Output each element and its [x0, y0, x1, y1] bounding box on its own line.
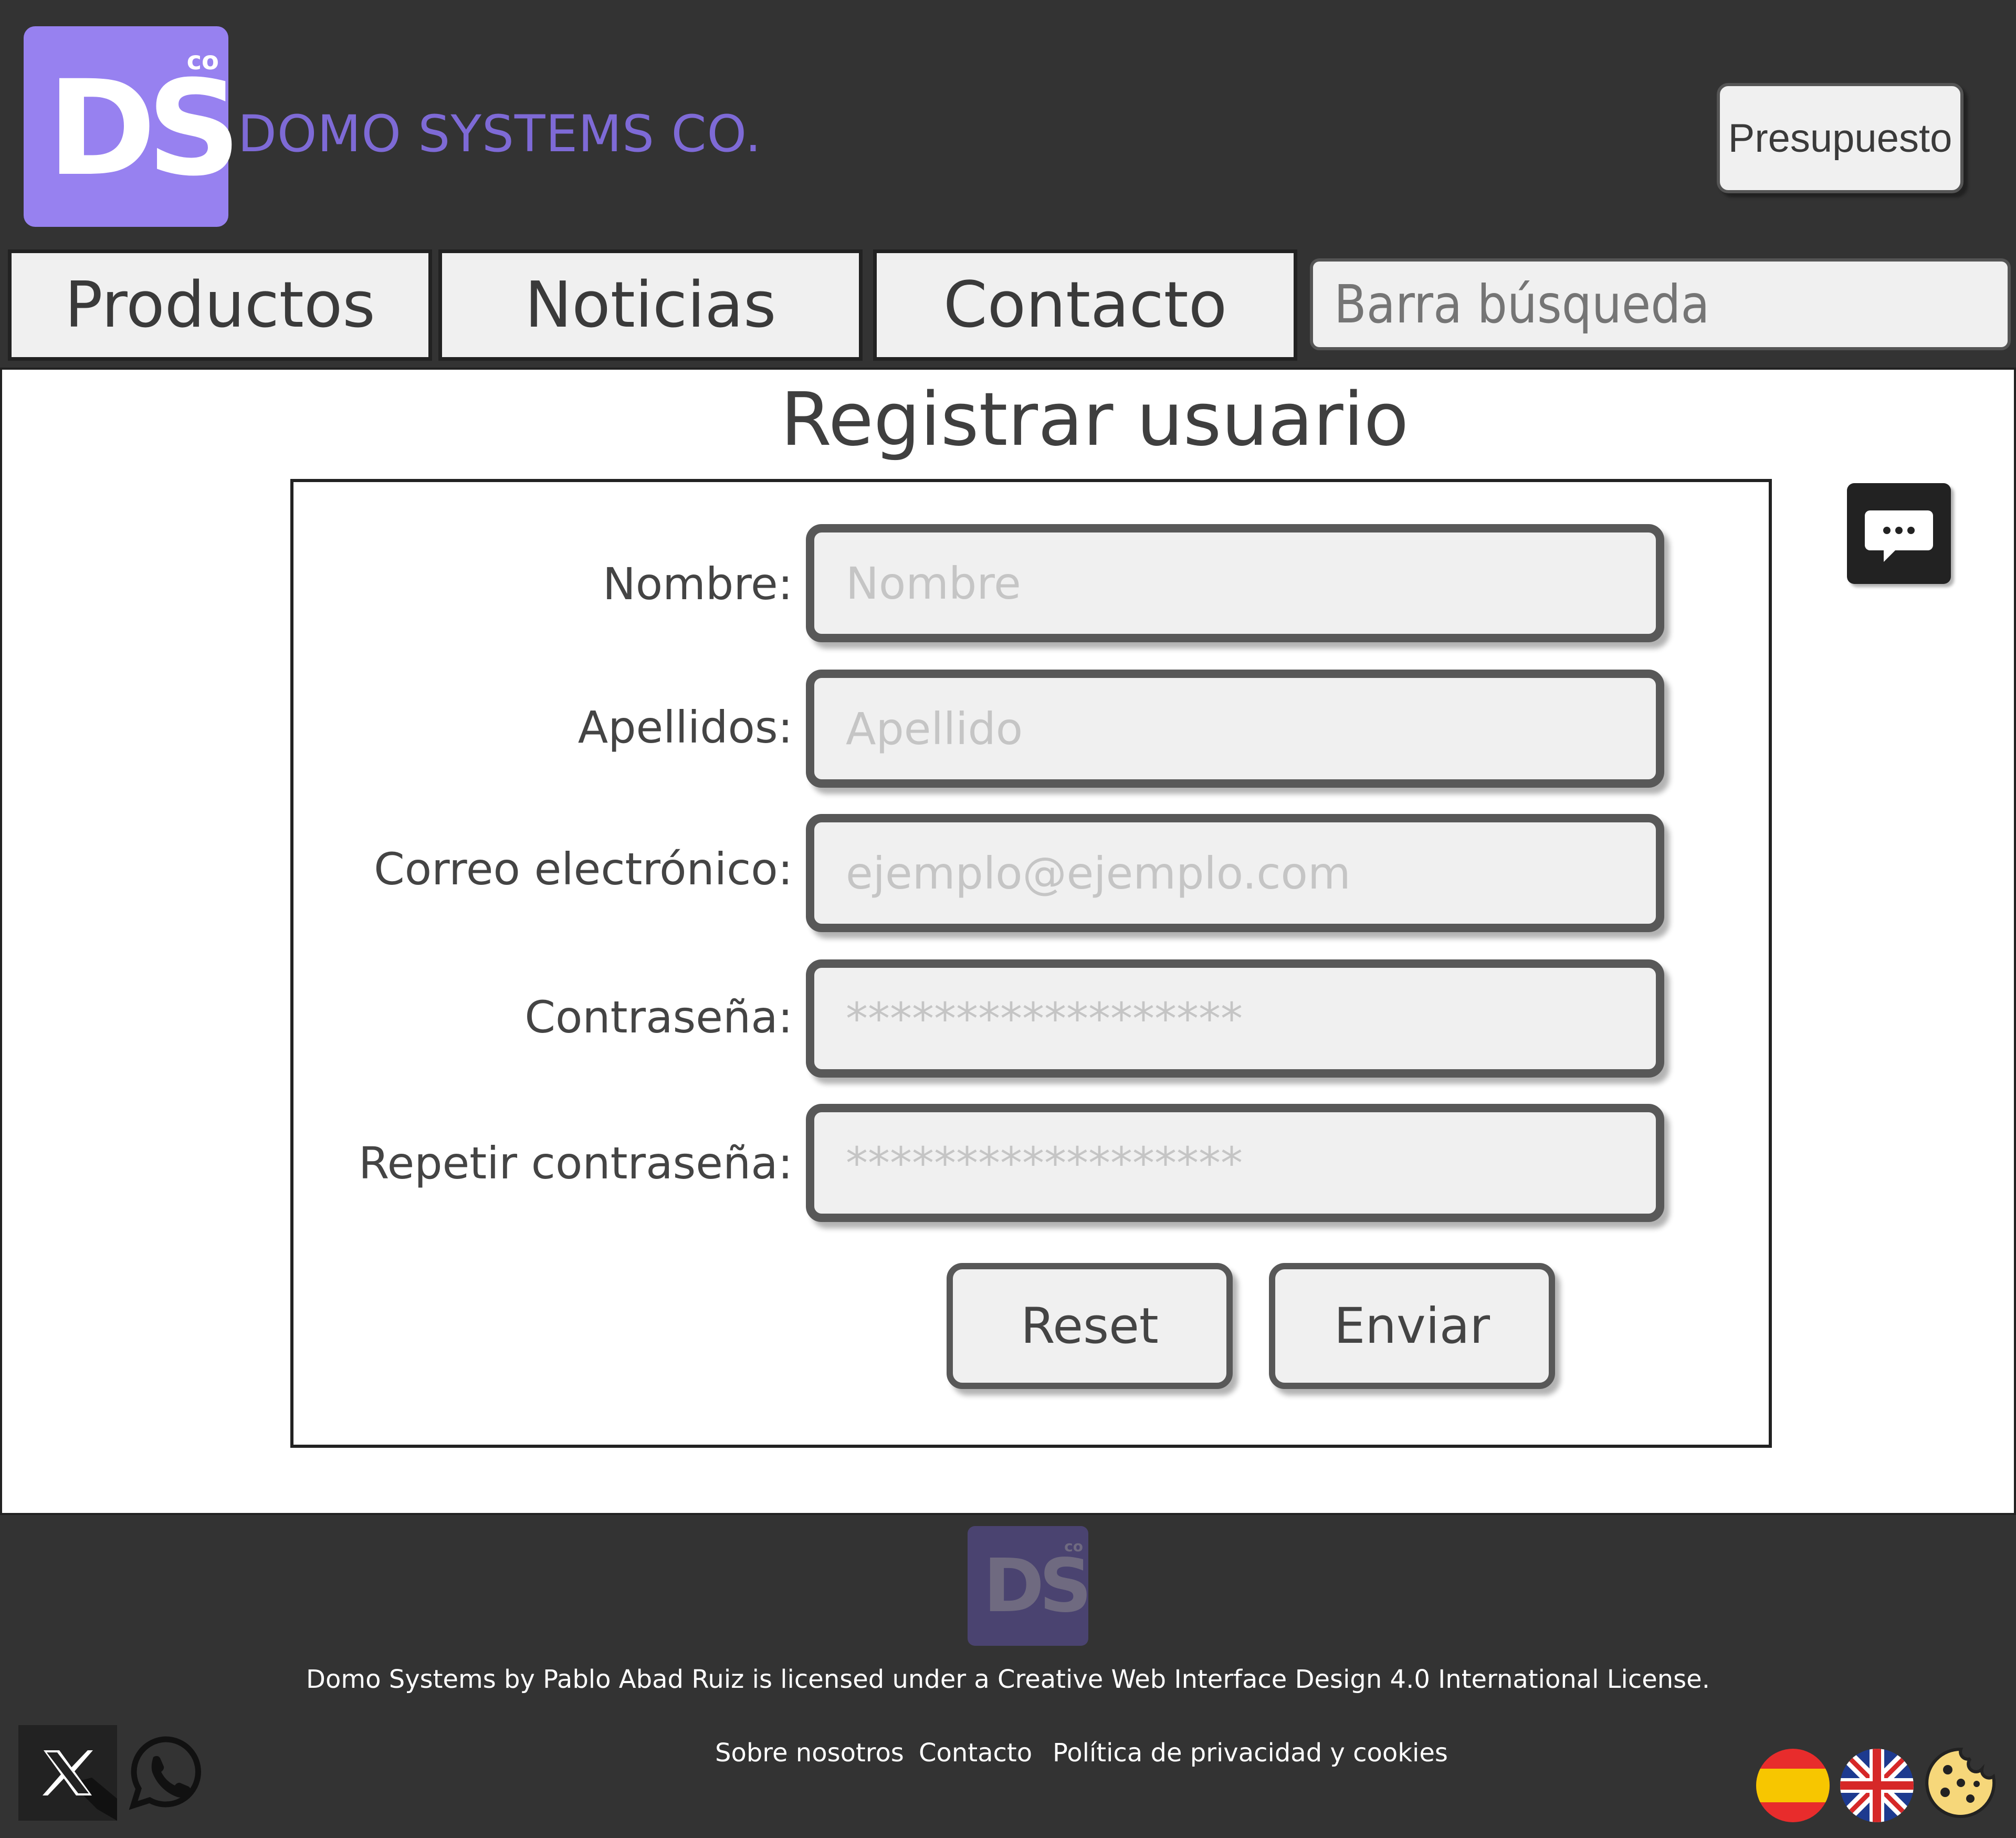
page-title: Registrar usuario [780, 377, 1409, 463]
reset-button[interactable]: Reset [947, 1263, 1233, 1389]
license-text: Domo Systems by Pablo Abad Ruiz is licen… [306, 1665, 1710, 1694]
logo-superscript: co [186, 46, 219, 76]
logo[interactable]: DS co [24, 26, 242, 227]
search-input[interactable] [1310, 258, 2011, 350]
email-label: Correo electrónico: [374, 843, 793, 895]
budget-button[interactable]: Presupuesto [1717, 83, 1964, 193]
name-input[interactable] [806, 524, 1664, 642]
tab-productos[interactable]: Productos [8, 249, 432, 361]
footer-logo-superscript: co [1064, 1538, 1083, 1555]
x-icon[interactable] [18, 1725, 117, 1821]
spain-flag-icon[interactable] [1756, 1749, 1830, 1822]
tab-contacto[interactable]: Contacto [873, 249, 1297, 361]
surname-label: Apellidos: [578, 702, 793, 753]
submit-button[interactable]: Enviar [1269, 1263, 1555, 1389]
password-label: Contraseña: [524, 991, 793, 1043]
brand-name: DOMO SYSTEMS CO. [238, 105, 762, 163]
tab-noticias[interactable]: Noticias [438, 249, 863, 361]
link-privacy[interactable]: Política de privacidad y cookies [1053, 1738, 1448, 1768]
cookie-icon[interactable] [1924, 1746, 1998, 1820]
link-about[interactable]: Sobre nosotros [715, 1738, 904, 1768]
uk-flag-icon[interactable] [1840, 1749, 1914, 1822]
chat-icon[interactable] [1847, 483, 1951, 584]
password-input[interactable] [806, 959, 1664, 1078]
surname-input[interactable] [806, 670, 1664, 788]
repeat-password-input[interactable] [806, 1104, 1664, 1222]
repeat-password-label: Repetir contraseña: [359, 1137, 793, 1189]
email-input[interactable] [806, 814, 1664, 932]
whatsapp-icon[interactable] [126, 1733, 205, 1812]
footer-logo-text: DS [983, 1543, 1092, 1629]
link-contact[interactable]: Contacto [919, 1738, 1032, 1768]
logo-text: DS [47, 52, 242, 205]
name-label: Nombre: [602, 558, 793, 610]
footer-logo: DS co [968, 1526, 1092, 1646]
